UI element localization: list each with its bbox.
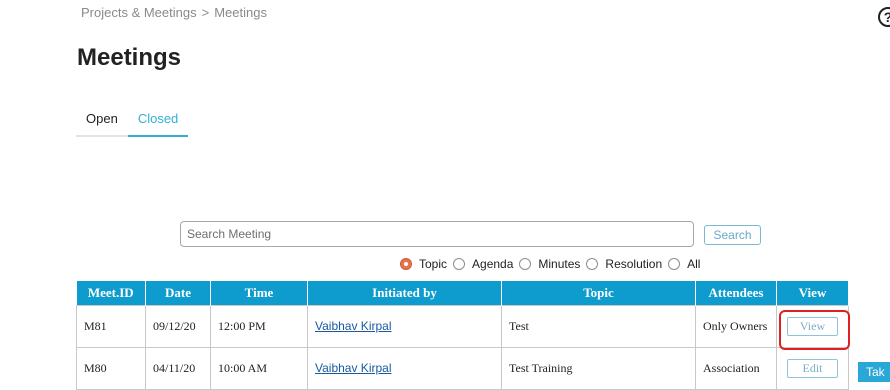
column-header-attendees: Attendees: [695, 281, 777, 306]
date-cell: 09/12/20: [145, 305, 211, 348]
view-cell: View: [776, 305, 849, 348]
filter-option-topic[interactable]: Topic: [400, 257, 447, 271]
filter-option-all[interactable]: All: [668, 257, 700, 271]
tab-open[interactable]: Open: [76, 106, 128, 137]
view-meeting-button[interactable]: View: [787, 317, 838, 336]
breadcrumb-parent-link[interactable]: Projects & Meetings: [81, 5, 197, 20]
meet-id-cell: M81: [76, 305, 146, 348]
attendees-cell: Only Owners: [695, 305, 777, 348]
filter-option-minutes[interactable]: Minutes: [519, 257, 580, 271]
filter-option-label: All: [687, 257, 701, 271]
initiated-by-cell: Vaibhav Kirpal: [307, 347, 502, 390]
initiator-link[interactable]: Vaibhav Kirpal: [315, 361, 392, 375]
filter-option-label: Agenda: [472, 257, 514, 271]
column-header-initiated-by: Initiated by: [307, 281, 502, 306]
table-row: M80 04/11/20 10:00 AM Vaibhav Kirpal Tes…: [76, 347, 849, 390]
column-header-meet-id: Meet.ID: [76, 281, 146, 306]
breadcrumb-separator: >: [201, 5, 210, 20]
column-header-topic: Topic: [501, 281, 696, 306]
search-meeting-input[interactable]: [180, 221, 694, 247]
radio-icon[interactable]: [453, 258, 466, 270]
column-header-time: Time: [210, 281, 308, 306]
table-header-row: Meet.ID Date Time Initiated by Topic Att…: [76, 281, 849, 306]
take-button[interactable]: Tak: [858, 362, 890, 382]
initiator-link[interactable]: Vaibhav Kirpal: [315, 319, 392, 333]
filter-option-agenda[interactable]: Agenda: [453, 257, 513, 271]
radio-selected-icon[interactable]: [400, 258, 412, 270]
time-cell: 12:00 PM: [210, 305, 308, 348]
column-header-view: View: [776, 281, 849, 306]
filter-option-label: Resolution: [605, 257, 663, 271]
breadcrumb-current: Meetings: [214, 5, 267, 20]
topic-cell: Test: [501, 305, 696, 348]
attendees-cell: Association: [695, 347, 777, 390]
radio-icon[interactable]: [519, 258, 532, 270]
date-cell: 04/11/20: [145, 347, 211, 390]
filter-option-resolution[interactable]: Resolution: [586, 257, 662, 271]
filter-option-label: Topic: [419, 257, 448, 271]
help-circle-icon[interactable]: ?: [878, 7, 890, 27]
column-header-date: Date: [145, 281, 211, 306]
view-cell: Edit: [776, 347, 849, 390]
initiated-by-cell: Vaibhav Kirpal: [307, 305, 502, 348]
breadcrumb: Projects & Meetings > Meetings: [81, 5, 267, 20]
search-filter-radio-group: Topic Agenda Minutes Resolution All: [400, 257, 706, 271]
radio-icon[interactable]: [668, 258, 681, 270]
meeting-tabs: Open Closed: [76, 106, 189, 137]
tab-closed[interactable]: Closed: [127, 106, 189, 137]
topic-cell: Test Training: [501, 347, 696, 390]
radio-icon[interactable]: [586, 258, 599, 270]
edit-meeting-button[interactable]: Edit: [787, 359, 838, 378]
page-title: Meetings: [77, 44, 182, 71]
time-cell: 10:00 AM: [210, 347, 308, 390]
search-button[interactable]: Search: [704, 225, 761, 245]
table-row: M81 09/12/20 12:00 PM Vaibhav Kirpal Tes…: [76, 305, 849, 348]
filter-option-label: Minutes: [538, 257, 581, 271]
meet-id-cell: M80: [76, 347, 146, 390]
